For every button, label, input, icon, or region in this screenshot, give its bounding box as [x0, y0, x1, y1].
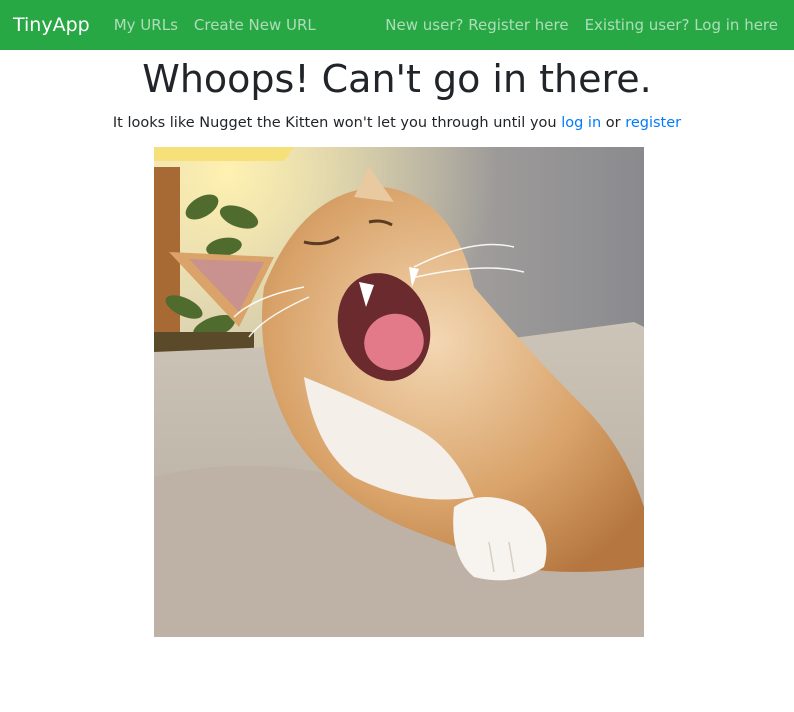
message-conjunction: or [605, 115, 621, 131]
message-prefix: It looks like Nugget the Kitten won't le… [112, 115, 557, 131]
lamp-shade [154, 147, 294, 161]
top-navbar: TinyApp My URLs Create New URL New user?… [0, 0, 794, 50]
kitten-photo [154, 147, 644, 637]
nav-my-urls-link[interactable]: My URLs [114, 16, 178, 34]
nav-register-link[interactable]: New user? Register here [385, 16, 568, 34]
nav-right-group: New user? Register here Existing user? L… [385, 16, 778, 34]
login-link[interactable]: log in [561, 115, 601, 131]
page-title: Whoops! Can't go in there. [142, 57, 652, 101]
kitten-image [154, 147, 644, 637]
register-link[interactable]: register [625, 115, 681, 131]
nav-left-group: My URLs Create New URL [114, 16, 332, 34]
brand-link[interactable]: TinyApp [13, 14, 90, 36]
nav-create-url-link[interactable]: Create New URL [194, 16, 316, 34]
access-denied-message: It looks like Nugget the Kitten won't le… [0, 114, 794, 132]
main-content: Whoops! Can't go in there. It looks like… [0, 50, 794, 637]
nav-login-link[interactable]: Existing user? Log in here [585, 16, 778, 34]
